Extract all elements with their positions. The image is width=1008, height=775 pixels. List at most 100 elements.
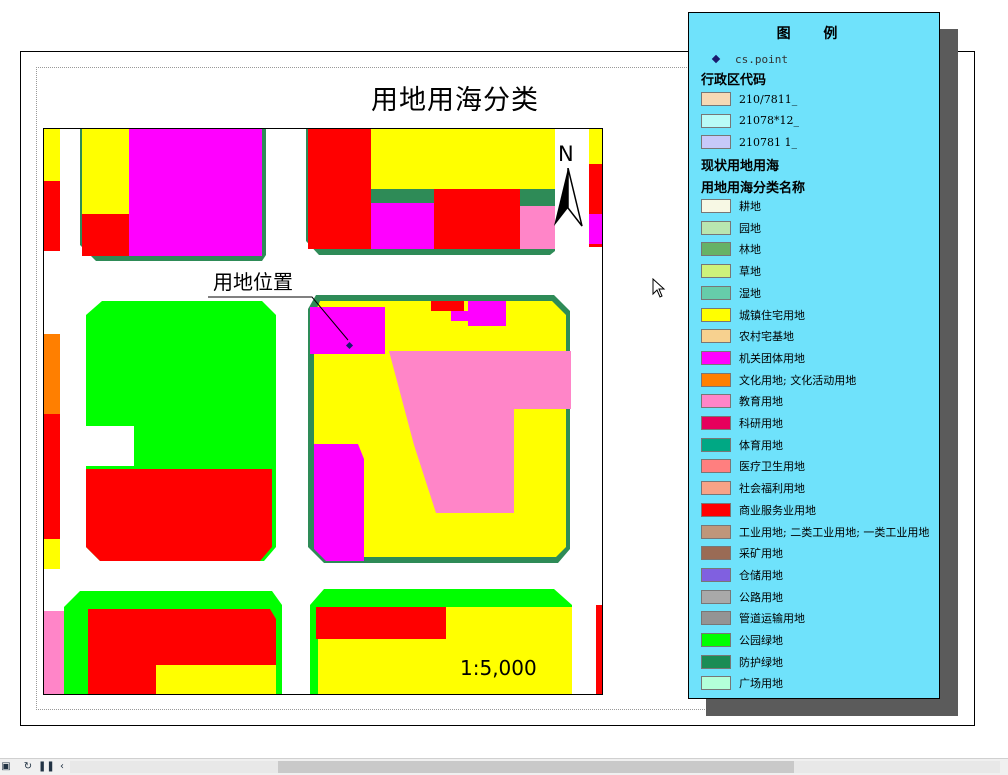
- legend-class-item: 教育用地: [701, 392, 783, 410]
- parcel-residential: [44, 539, 60, 569]
- parcel-commercial: [308, 129, 371, 249]
- legend-admin-item: 210781 1_: [701, 133, 797, 151]
- legend-class-label: 林地: [739, 243, 761, 257]
- legend-class-item: 科研用地: [701, 414, 783, 432]
- legend-class-label: 机关团体用地: [739, 351, 805, 365]
- parcel-institutional: [468, 301, 506, 326]
- parcel-culture: [44, 334, 60, 414]
- map-title: 用地用海分类: [371, 85, 539, 116]
- legend-point-label: cs.point: [735, 52, 788, 66]
- legend-class-item: 耕地: [701, 197, 761, 215]
- legend-class-item: 管道运输用地: [701, 609, 805, 627]
- pause-icon[interactable]: ❚❚: [38, 760, 55, 773]
- legend-class-swatch: [701, 654, 731, 669]
- legend-class-item: 广场用地: [701, 674, 783, 692]
- legend-admin-label: 210781 1_: [739, 135, 797, 149]
- legend-class-label: 商业服务业用地: [739, 503, 816, 517]
- legend-class-item: 湿地: [701, 284, 761, 302]
- parcel-institutional: [314, 444, 364, 561]
- legend-class-swatch: [701, 350, 731, 365]
- legend-admin-label: 210/7811_: [739, 92, 798, 106]
- parcel-residential: [589, 129, 602, 164]
- legend-class-swatch: [701, 589, 731, 604]
- legend-class-item: 采矿用地: [701, 544, 783, 562]
- legend-class-label: 公路用地: [739, 590, 783, 604]
- legend-class-swatch: [701, 611, 731, 626]
- parcel-commercial: [82, 214, 129, 256]
- legend-class-label: 耕地: [739, 200, 761, 213]
- land-use-map: [44, 129, 602, 694]
- mouse-cursor-icon: [652, 278, 666, 298]
- legend-class-heading: 用地用海分类名称: [701, 181, 806, 196]
- legend-class-swatch: [701, 567, 731, 582]
- parcel-residential: [371, 129, 555, 189]
- legend-class-label: 体育用地: [739, 438, 783, 452]
- legend-class-swatch: [701, 307, 731, 322]
- status-bar: ▣ ↻ ❚❚ ‹: [0, 758, 1008, 775]
- legend-class-label: 城镇住宅用地: [739, 308, 805, 322]
- legend-class-swatch: [701, 437, 731, 452]
- legend-class-label: 仓储用地: [739, 568, 783, 582]
- parcel-institutional: [129, 129, 262, 256]
- legend-class-label: 医疗卫生用地: [739, 460, 805, 474]
- scale-text: 1:5,000: [460, 656, 537, 680]
- legend-class-item: 公路用地: [701, 588, 783, 606]
- legend-class-swatch: [701, 633, 731, 647]
- parcel-commercial: [44, 414, 60, 539]
- legend-class-label: 园地: [739, 221, 761, 235]
- page-layout-icon[interactable]: ▣: [0, 760, 12, 773]
- parcel-commercial: [86, 469, 272, 561]
- legend-class-label: 采矿用地: [739, 547, 783, 561]
- parcel-residential: [156, 665, 276, 694]
- parcel-commercial: [434, 189, 520, 249]
- legend-class-item: 防护绿地: [701, 653, 783, 671]
- legend-class-label: 广场用地: [739, 677, 783, 691]
- legend-class-item: 园地: [701, 219, 761, 237]
- legend-class-label: 农村宅基地: [739, 330, 794, 344]
- legend-class-swatch: [701, 481, 731, 496]
- parcel-residential: [44, 129, 60, 181]
- scroll-left-icon[interactable]: ‹: [56, 760, 68, 773]
- point-symbol-icon: [711, 54, 721, 64]
- legend-class-swatch: [701, 220, 731, 235]
- road-area: [82, 426, 134, 466]
- legend-class-item: 农村宅基地: [701, 327, 794, 345]
- legend-class-item: 机关团体用地: [701, 349, 805, 367]
- legend-class-swatch: [701, 546, 731, 561]
- legend-class-item: 商业服务业用地: [701, 501, 816, 519]
- legend-class-swatch: [701, 242, 731, 257]
- parcel-commercial: [431, 301, 464, 311]
- legend-class-item: 社会福利用地: [701, 479, 805, 497]
- parcel-education: [44, 611, 64, 694]
- legend-class-swatch: [701, 394, 731, 409]
- legend-class-item: 文化用地; 文化活动用地: [701, 371, 856, 389]
- legend-class-label: 湿地: [739, 286, 761, 300]
- legend-class-item: 体育用地: [701, 436, 783, 454]
- north-arrow-icon: [554, 168, 583, 227]
- legend-class-swatch: [701, 329, 731, 344]
- legend-class-item: 公园绿地: [701, 631, 783, 649]
- legend-class-swatch: [701, 285, 731, 300]
- site-callout-label: 用地位置: [213, 270, 293, 294]
- legend-admin-item: 21078*12_: [701, 112, 799, 130]
- north-arrow-label: N: [558, 142, 574, 166]
- legend-class-swatch: [701, 264, 731, 279]
- parcel-institutional: [589, 214, 602, 244]
- legend-point-item: cs.point: [701, 51, 788, 67]
- legend-admin-swatch: [701, 92, 731, 106]
- legend-class-label: 草地: [739, 265, 761, 279]
- parcel-commercial: [44, 181, 60, 251]
- legend-class-item: 医疗卫生用地: [701, 457, 805, 475]
- map-frame[interactable]: [43, 128, 603, 695]
- legend-class-item: 工业用地; 二类工业用地; 一类工业用地: [701, 523, 929, 541]
- legend-panel[interactable]: 图 例 cs.point 行政区代码 210/7811_ 21078*12_ 210…: [688, 12, 940, 699]
- legend-class-label: 文化用地; 文化活动用地: [739, 373, 857, 387]
- legend-admin-heading: 行政区代码: [701, 73, 767, 88]
- legend-class-item: 仓储用地: [701, 566, 783, 584]
- legend-class-swatch: [701, 502, 731, 517]
- legend-class-item: 城镇住宅用地: [701, 306, 805, 324]
- refresh-icon[interactable]: ↻: [22, 760, 34, 773]
- scrollbar-thumb[interactable]: [278, 761, 794, 773]
- legend-class-swatch: [701, 416, 731, 430]
- legend-admin-swatch: [701, 135, 731, 149]
